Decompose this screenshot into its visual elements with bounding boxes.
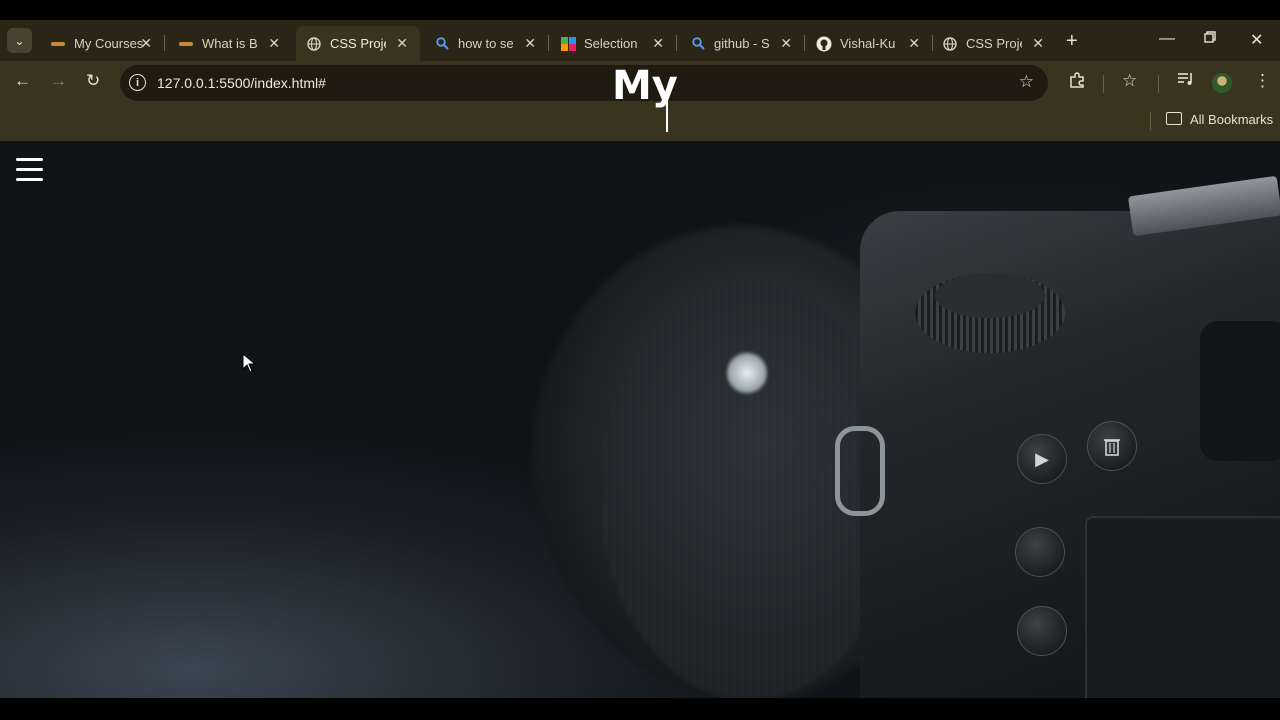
folder-icon[interactable] xyxy=(1166,112,1182,125)
new-tab-plus-icon[interactable]: + xyxy=(1066,30,1078,53)
tab-title: CSS Project xyxy=(330,36,386,51)
more-menu-icon[interactable]: ⋮ xyxy=(1254,71,1271,91)
multicolor-icon xyxy=(560,36,576,52)
hamburger-line xyxy=(16,178,43,181)
tab-title: What is Bootstrap xyxy=(202,36,258,51)
search-icon xyxy=(690,36,706,52)
camera-eyepiece-image xyxy=(1200,321,1280,461)
trash-button-icon xyxy=(1087,421,1137,471)
hamburger-menu-icon[interactable] xyxy=(16,158,43,182)
media-control-icon[interactable] xyxy=(1178,71,1194,91)
tab-strip: ⌄ My Courses ✕ What is Bootstrap ✕ CSS P… xyxy=(0,20,1280,61)
menu-button-image xyxy=(1015,527,1065,577)
close-icon[interactable]: ✕ xyxy=(524,35,536,52)
page-viewport: ▶ xyxy=(0,141,1280,698)
bookmark-star-icon[interactable]: ☆ xyxy=(1019,72,1034,92)
extensions-puzzle-icon[interactable] xyxy=(1068,71,1086,94)
profile-avatar[interactable] xyxy=(1212,73,1232,93)
tab-title: CSS Project xyxy=(966,36,1022,51)
tab-how-to-set[interactable]: how to set ✕ xyxy=(424,26,548,61)
tab-title: Selection xyxy=(584,36,638,51)
chevron-down-icon: ⌄ xyxy=(14,33,25,48)
hamburger-line xyxy=(16,158,43,161)
tab-css-project-active[interactable]: CSS Project ✕ xyxy=(296,26,420,61)
lens-reflection-image xyxy=(726,349,768,397)
tab-my-courses[interactable]: My Courses ✕ xyxy=(40,26,164,61)
close-icon[interactable]: ✕ xyxy=(908,35,920,52)
address-bar[interactable]: i 127.0.0.1:5500/index.html# ☆ xyxy=(120,65,1048,101)
video-letterbox-top xyxy=(0,0,1280,20)
tab-title: Vishal-Kumar xyxy=(840,36,896,51)
restore-icon[interactable] xyxy=(1204,30,1216,48)
tab-title: github - Search xyxy=(714,36,770,51)
toolbar-separator xyxy=(1158,75,1159,93)
tab-separator xyxy=(164,35,165,51)
minimize-icon[interactable]: — xyxy=(1159,30,1175,48)
close-icon[interactable]: ✕ xyxy=(652,35,664,52)
forward-arrow-icon[interactable]: → xyxy=(50,71,67,91)
tab-separator xyxy=(548,35,549,51)
close-icon[interactable]: ✕ xyxy=(268,35,280,52)
search-icon xyxy=(434,36,450,52)
camera-dial-top-image xyxy=(935,273,1045,318)
reload-icon[interactable]: ↻ xyxy=(86,71,100,91)
github-icon xyxy=(816,36,832,52)
close-icon[interactable]: ✕ xyxy=(1032,35,1044,52)
all-bookmarks-link[interactable]: All Bookmarks xyxy=(1190,112,1273,127)
tab-title: My Courses xyxy=(74,36,144,51)
close-window-icon[interactable]: ✕ xyxy=(1250,30,1263,50)
protect-key-button-image xyxy=(1017,606,1067,656)
site-favicon-icon xyxy=(178,36,194,52)
bookmarks-separator xyxy=(1150,112,1151,130)
typing-caret xyxy=(666,89,668,132)
site-info-icon[interactable]: i xyxy=(129,74,146,91)
mouse-cursor-icon xyxy=(242,352,257,378)
tab-search-button[interactable]: ⌄ xyxy=(7,28,32,53)
tab-what-is-bootstrap[interactable]: What is Bootstrap ✕ xyxy=(168,26,292,61)
globe-icon xyxy=(942,36,958,52)
tab-separator xyxy=(676,35,677,51)
tab-vishal-kumar[interactable]: Vishal-Kumar ✕ xyxy=(808,26,932,61)
toolbar-separator xyxy=(1103,75,1104,93)
close-icon[interactable]: ✕ xyxy=(780,35,792,52)
site-favicon-icon xyxy=(50,36,66,52)
tab-title: how to set xyxy=(458,36,514,51)
close-icon[interactable]: ✕ xyxy=(396,35,408,52)
address-bar-url[interactable]: 127.0.0.1:5500/index.html# xyxy=(157,75,326,91)
tab-separator xyxy=(932,35,933,51)
tab-separator xyxy=(804,35,805,51)
camera-strap-lug-image xyxy=(835,426,885,516)
bookmarks-star-icon[interactable]: ☆ xyxy=(1122,71,1137,91)
tab-css-project-2[interactable]: CSS Project ✕ xyxy=(936,26,1060,61)
camera-lcd-image xyxy=(1085,516,1280,698)
typing-hero-heading: My xyxy=(612,63,678,109)
hamburger-line xyxy=(16,168,43,171)
tab-github-search[interactable]: github - Search ✕ xyxy=(680,26,804,61)
globe-icon xyxy=(306,36,322,52)
video-letterbox-bottom xyxy=(0,698,1280,720)
close-icon[interactable]: ✕ xyxy=(140,35,152,52)
back-arrow-icon[interactable]: ← xyxy=(14,71,31,91)
tab-selection[interactable]: Selection ✕ xyxy=(552,26,676,61)
play-button-icon: ▶ xyxy=(1017,434,1067,484)
